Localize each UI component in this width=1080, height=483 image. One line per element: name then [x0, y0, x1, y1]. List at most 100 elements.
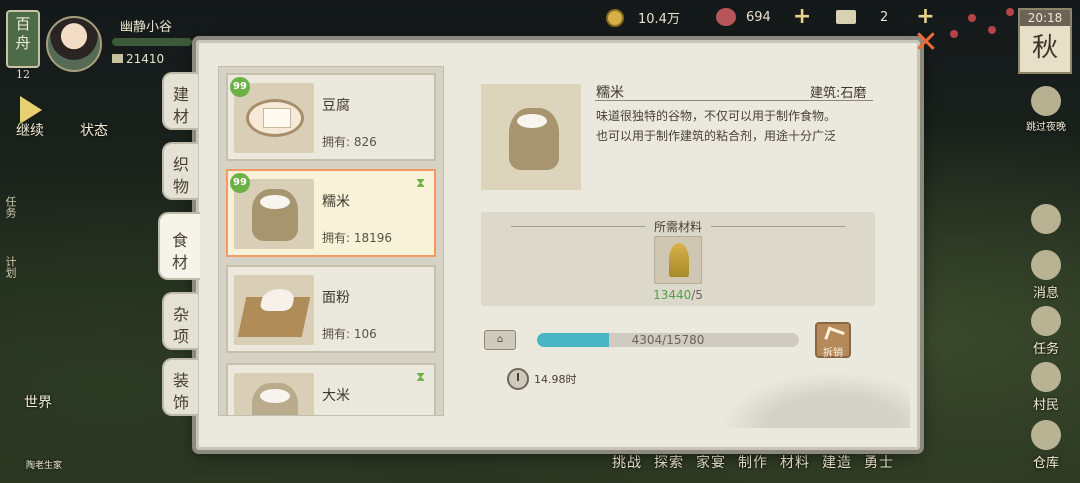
quantity-badge: 99	[230, 77, 250, 97]
continue-button[interactable]: 继续	[16, 120, 44, 140]
messages-label: 消息	[1032, 286, 1059, 301]
skip-night-button[interactable]: 跳过夜晚	[1022, 86, 1070, 133]
warehouse-button[interactable]: 仓库	[1022, 420, 1070, 471]
villager-icon	[1031, 362, 1061, 392]
detail-building: 建筑:石磨	[810, 86, 867, 101]
item-name: 糯米	[322, 194, 350, 210]
hourglass-icon: ⧗	[416, 176, 426, 191]
tab-label: 食材	[172, 231, 189, 272]
wheat-icon	[669, 243, 689, 277]
list-item-rice[interactable]: ⧗ 大米	[226, 363, 436, 415]
small-coin-value: 21410	[126, 52, 165, 66]
blossom-decoration	[1006, 8, 1014, 16]
add-gems-button[interactable]: +	[793, 6, 811, 28]
messages-button[interactable]: 消息	[1022, 250, 1070, 301]
tab-label: 装饰	[173, 371, 190, 412]
experience-bar	[112, 38, 192, 46]
add-tickets-button[interactable]: +	[916, 6, 934, 28]
warehouse-icon	[1031, 420, 1061, 450]
tab-ingredients[interactable]: 食材	[158, 212, 200, 280]
clock-time: 20:18	[1020, 10, 1070, 26]
moon-icon	[1031, 86, 1061, 116]
detail-image	[481, 84, 581, 190]
region-badge[interactable]: 百舟 12	[6, 10, 40, 81]
item-owned: 拥有: 826	[322, 135, 377, 149]
gem-icon	[716, 8, 736, 26]
status-button[interactable]: 状态	[80, 120, 108, 140]
list-item-glutinous-rice[interactable]: 99 ⧗ 糯米 拥有: 18196	[226, 169, 436, 257]
blossom-decoration	[968, 14, 976, 22]
material-have: 13440	[653, 288, 692, 302]
tab-label: 织物	[173, 155, 190, 196]
material-count: 13440/5	[481, 288, 875, 302]
tab-decoration[interactable]: 装饰	[162, 358, 198, 416]
item-name: 豆腐	[322, 98, 350, 114]
scroll-icon	[1031, 306, 1061, 336]
nav-explore[interactable]: 探索	[654, 452, 684, 472]
nav-warriors[interactable]: 勇士	[864, 452, 894, 472]
avatar[interactable]	[46, 16, 102, 72]
hourglass-icon: ⧗	[416, 370, 426, 385]
item-owned: 拥有: 18196	[322, 231, 393, 245]
list-item-tofu[interactable]: 99 豆腐 拥有: 826	[226, 73, 436, 161]
gem-counter: 694 +	[716, 6, 811, 28]
storage-progress-text: 4304/15780	[631, 333, 705, 347]
nav-banquet[interactable]: 家宴	[696, 452, 726, 472]
coin-value: 10.4万	[638, 12, 680, 27]
coin-stack-icon	[112, 54, 123, 63]
item-name: 面粉	[322, 290, 350, 306]
skip-night-label: 跳过夜晚	[1026, 122, 1066, 133]
small-coin-counter: 21410	[112, 52, 164, 66]
tab-label: 杂项	[173, 305, 190, 346]
flower-button[interactable]	[1022, 204, 1070, 236]
region-name: 百舟	[15, 15, 31, 52]
nav-challenge[interactable]: 挑战	[612, 452, 642, 472]
item-name: 大米	[322, 388, 350, 404]
bottom-left-label[interactable]: 陶老生家	[26, 458, 62, 471]
gem-value: 694	[746, 9, 771, 25]
nav-build[interactable]: 建造	[822, 452, 852, 472]
clock-season-box: 20:18 秋	[1018, 8, 1072, 74]
ticket-icon	[836, 10, 856, 24]
tab-misc[interactable]: 杂项	[162, 292, 198, 350]
list-item-flour[interactable]: 面粉 拥有: 106	[226, 265, 436, 353]
required-materials-title: 所需材料	[481, 218, 875, 235]
material-need: /5	[691, 288, 703, 302]
side-plan-label[interactable]: 计划	[2, 256, 18, 278]
item-list[interactable]: 99 豆腐 拥有: 826 99 ⧗ 糯米 拥有: 18196 面粉 拥有: 1…	[218, 66, 444, 416]
dismantle-button[interactable]: 拆销	[815, 322, 851, 359]
desc-line: 味道很独特的谷物，不仅可以用于制作食物。	[596, 109, 837, 123]
material-slot[interactable]	[654, 236, 702, 284]
rice-icon	[234, 373, 314, 415]
blossom-decoration	[950, 30, 958, 38]
nav-materials[interactable]: 材料	[780, 452, 810, 472]
clock-icon	[507, 368, 529, 390]
close-button[interactable]: ✕	[912, 28, 940, 58]
nav-craft[interactable]: 制作	[738, 452, 768, 472]
coin-icon	[606, 8, 624, 27]
quantity-badge: 99	[230, 173, 250, 193]
required-materials-panel: 所需材料 13440/5	[481, 212, 875, 306]
villagers-button[interactable]: 村民	[1022, 362, 1070, 413]
tab-fabric[interactable]: 织物	[162, 142, 198, 200]
item-owned: 拥有: 106	[322, 327, 377, 341]
tab-building-materials[interactable]: 建材	[162, 72, 198, 130]
side-tasks-label[interactable]: 任务	[2, 196, 18, 218]
villagers-label: 村民	[1032, 398, 1059, 413]
season-label: 秋	[1031, 33, 1058, 63]
desc-line: 也可以用于制作建筑的粘合剂，用途十分广泛	[596, 129, 837, 143]
tab-label: 建材	[173, 85, 190, 126]
detail-title: 糯米	[596, 85, 624, 101]
divider	[595, 100, 873, 101]
world-button[interactable]: 世界	[24, 392, 52, 412]
bottom-nav: 挑战 探索 家宴 制作 材料 建造 勇士	[612, 452, 894, 472]
flour-icon	[234, 275, 314, 345]
tasks-button[interactable]: 任务	[1022, 306, 1070, 357]
storage-icon: ⌂	[484, 330, 516, 350]
ticket-counter: 2 +	[836, 6, 935, 28]
player-name: 幽静小谷	[120, 20, 173, 35]
player-level: 12	[16, 68, 30, 81]
flower-icon	[1031, 204, 1061, 234]
tasks-label: 任务	[1032, 342, 1059, 357]
ticket-value: 2	[880, 9, 889, 25]
